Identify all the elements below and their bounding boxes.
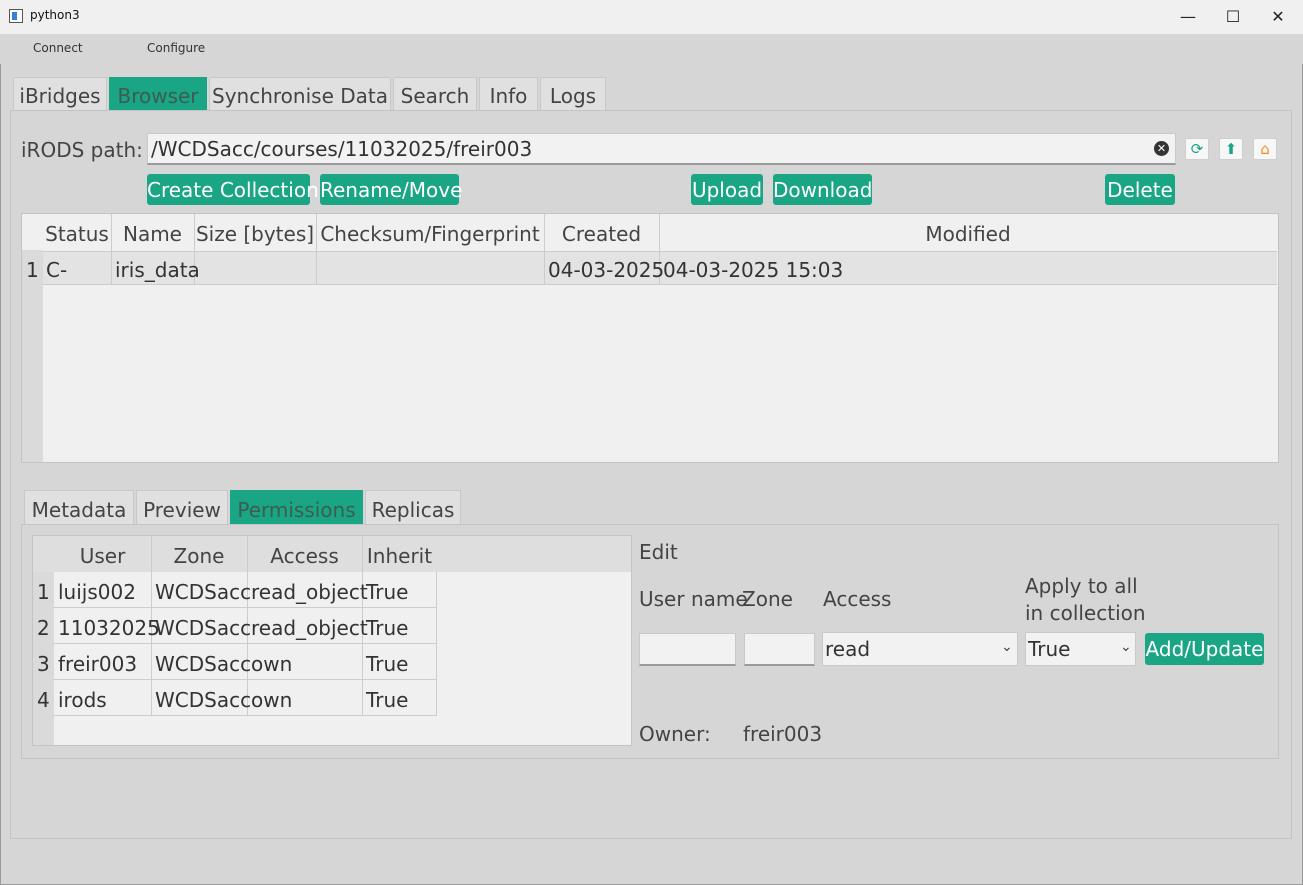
cell-user: 11032025	[58, 616, 160, 640]
owner-label: Owner:	[639, 722, 711, 746]
row-number: 1	[37, 580, 50, 604]
zone-label: Zone	[742, 587, 793, 611]
header-inherit[interactable]: Inherit	[362, 544, 437, 568]
tab-ibridges[interactable]: iBridges	[13, 77, 107, 111]
row-number: 2	[37, 616, 50, 640]
row-number: 4	[37, 688, 50, 712]
window-title: python3	[30, 8, 80, 22]
download-button[interactable]: Download	[773, 174, 872, 205]
zone-field[interactable]	[744, 633, 815, 666]
tab-logs[interactable]: Logs	[540, 77, 606, 111]
row-number: 1	[26, 258, 39, 282]
delete-button[interactable]: Delete	[1105, 174, 1175, 205]
tab-search[interactable]: Search	[393, 77, 477, 111]
menu-configure[interactable]: Configure	[147, 41, 205, 55]
cell-created: 04-03-2025	[548, 258, 665, 282]
user-name-field[interactable]	[639, 633, 736, 666]
cell-status: C-	[46, 258, 68, 282]
cell-user: luijs002	[58, 580, 136, 604]
cell-zone: WCDSacc	[155, 616, 252, 640]
irods-path-label: iRODS path:	[21, 138, 143, 162]
tab-replicas[interactable]: Replicas	[365, 490, 461, 525]
cell-zone: WCDSacc	[155, 580, 252, 604]
header-size[interactable]: Size [bytes]	[194, 222, 316, 246]
user-name-label: User name	[639, 587, 748, 611]
owner-value: freir003	[743, 722, 823, 746]
cell-access: own	[251, 652, 293, 676]
cell-user: irods	[58, 688, 107, 712]
access-label: Access	[823, 587, 892, 611]
cell-inherit: True	[366, 580, 409, 604]
tab-preview[interactable]: Preview	[136, 490, 228, 525]
clear-path-icon[interactable]: ✕	[1154, 141, 1169, 156]
header-status[interactable]: Status	[43, 222, 111, 246]
home-icon[interactable]: ⌂	[1253, 138, 1277, 160]
header-name[interactable]: Name	[111, 222, 194, 246]
minimize-button[interactable]: —	[1165, 0, 1211, 34]
tab-permissions[interactable]: Permissions	[230, 490, 363, 525]
cell-inherit: True	[366, 652, 409, 676]
maximize-button[interactable]: ☐	[1210, 0, 1256, 34]
tab-info[interactable]: Info	[479, 77, 538, 111]
tab-metadata[interactable]: Metadata	[24, 490, 134, 525]
refresh-icon[interactable]: ⟳	[1185, 138, 1209, 160]
title-bar	[0, 0, 1303, 34]
create-collection-button[interactable]: Create Collection	[147, 174, 319, 205]
parent-folder-icon[interactable]: ⬆	[1219, 138, 1243, 160]
tab-synchronise-data[interactable]: Synchronise Data	[209, 77, 391, 111]
cell-access: read_object	[251, 580, 368, 604]
header-checksum[interactable]: Checksum/Fingerprint	[316, 222, 544, 246]
cell-user: freir003	[58, 652, 138, 676]
menu-connect[interactable]: Connect	[33, 41, 83, 55]
app-icon	[9, 9, 23, 23]
apply-all-label-2: in collection	[1025, 601, 1146, 625]
header-zone[interactable]: Zone	[151, 544, 247, 568]
access-select-value: read	[825, 637, 871, 661]
row-number: 3	[37, 652, 50, 676]
tab-browser[interactable]: Browser	[109, 77, 207, 111]
cell-zone: WCDSacc	[155, 688, 252, 712]
cell-modified: 04-03-2025 15:03	[663, 258, 844, 282]
upload-button[interactable]: Upload	[691, 174, 763, 205]
rename-move-button[interactable]: Rename/Move	[320, 174, 462, 205]
cell-name: iris_data	[115, 258, 200, 282]
access-select[interactable]: read	[822, 632, 1018, 666]
apply-all-label: Apply to all	[1025, 574, 1138, 598]
chevron-down-icon[interactable]: ⌄	[1120, 639, 1132, 655]
header-modified[interactable]: Modified	[659, 222, 1277, 246]
add-update-button[interactable]: Add/Update	[1145, 633, 1264, 665]
irods-path-input[interactable]: /WCDSacc/courses/11032025/freir003	[147, 133, 1176, 165]
header-created[interactable]: Created	[544, 222, 659, 246]
close-button[interactable]: ✕	[1255, 0, 1301, 34]
cell-inherit: True	[366, 616, 409, 640]
chevron-down-icon[interactable]: ⌄	[1001, 639, 1013, 655]
apply-all-select-value: True	[1028, 637, 1071, 661]
cell-inherit: True	[366, 688, 409, 712]
edit-title: Edit	[639, 540, 678, 564]
cell-zone: WCDSacc	[155, 652, 252, 676]
header-access[interactable]: Access	[247, 544, 362, 568]
cell-access: read_object	[251, 616, 368, 640]
cell-access: own	[251, 688, 293, 712]
header-user[interactable]: User	[54, 544, 151, 568]
